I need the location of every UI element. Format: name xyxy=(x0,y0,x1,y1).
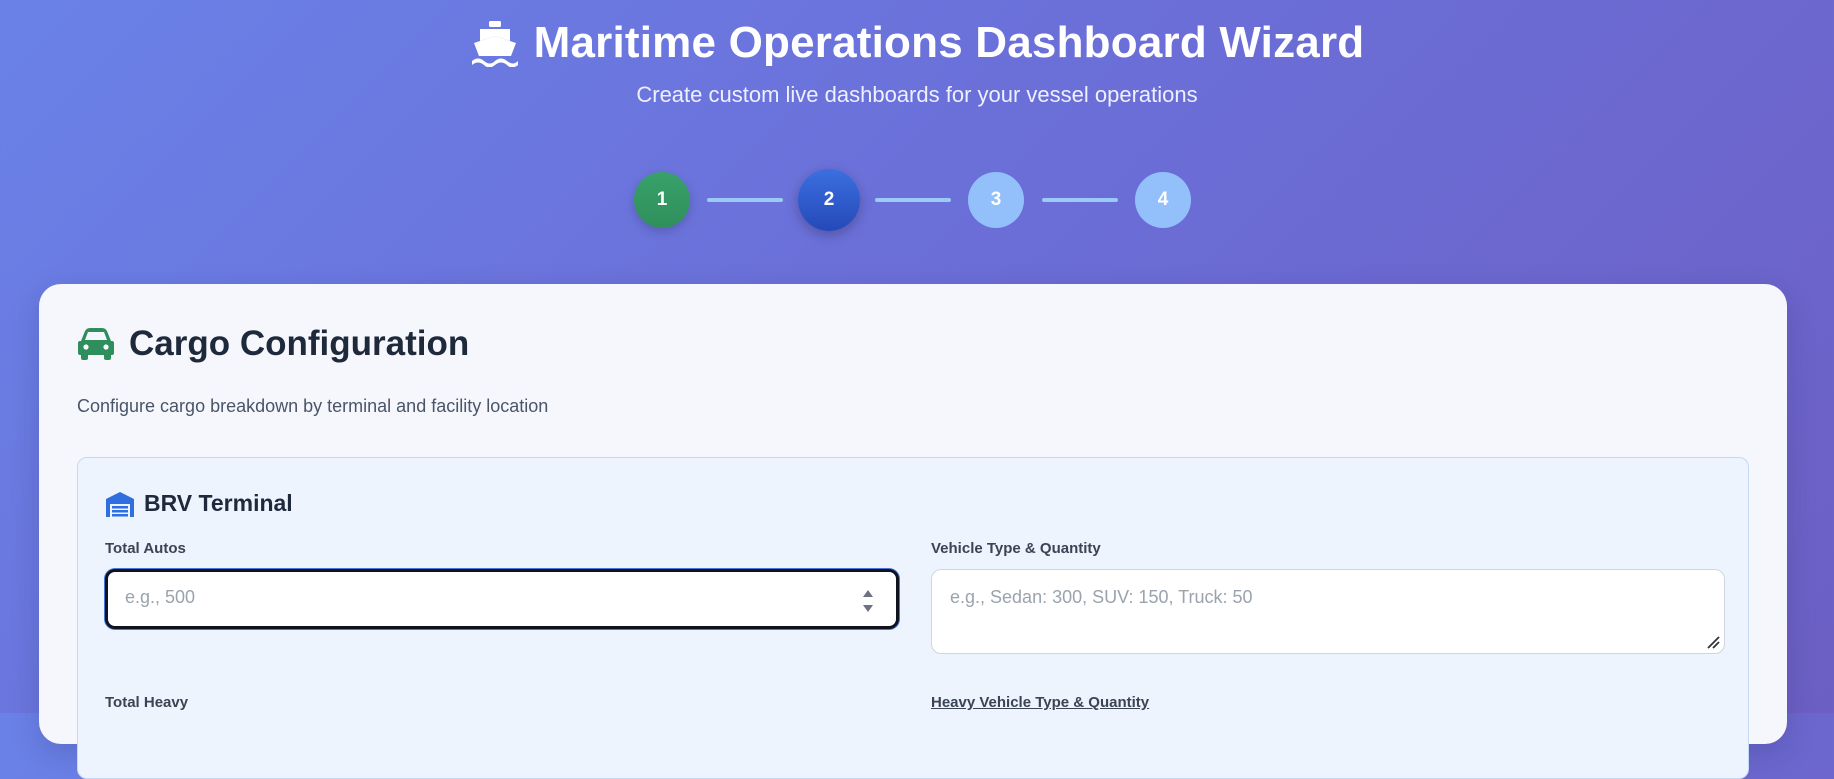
page-title: Maritime Operations Dashboard Wizard xyxy=(0,18,1834,68)
section-title-text: Cargo Configuration xyxy=(129,324,470,363)
vehicle-type-textarea[interactable]: e.g., Sedan: 300, SUV: 150, Truck: 50 xyxy=(931,569,1725,654)
step-3[interactable]: 3 xyxy=(968,172,1024,228)
vehicle-type-label: Vehicle Type & Quantity xyxy=(931,540,1101,557)
step-connector xyxy=(875,198,951,202)
section-description: Configure cargo breakdown by terminal an… xyxy=(77,396,549,416)
step-connector xyxy=(1042,198,1118,202)
total-heavy-label: Total Heavy xyxy=(105,694,189,711)
resize-handle-icon[interactable] xyxy=(1706,635,1720,649)
total-autos-label: Total Autos xyxy=(105,540,186,557)
step-connector xyxy=(707,198,783,202)
number-spinner-icon[interactable] xyxy=(862,587,874,615)
terminal-heading: BRV Terminal xyxy=(105,490,293,517)
step-2[interactable]: 2 xyxy=(798,169,860,231)
terminal-panel: BRV Terminal Total Autos e.g., 500 Vehic… xyxy=(77,457,1749,779)
section-title: Cargo Configuration xyxy=(77,324,469,364)
heavy-vehicle-type-label: Heavy Vehicle Type & Quantity xyxy=(931,694,1150,711)
wizard-card: Cargo Configuration Configure cargo brea… xyxy=(39,284,1787,779)
wizard-stepper: 1 2 3 4 xyxy=(0,169,1834,232)
terminal-name: BRV Terminal xyxy=(144,490,293,516)
step-4[interactable]: 4 xyxy=(1135,172,1191,228)
total-autos-placeholder: e.g., 500 xyxy=(125,587,196,607)
vehicle-type-placeholder: e.g., Sedan: 300, SUV: 150, Truck: 50 xyxy=(950,587,1253,607)
title-text: Maritime Operations Dashboard Wizard xyxy=(533,18,1365,67)
warehouse-icon xyxy=(106,491,134,517)
step-1[interactable]: 1 xyxy=(634,172,690,228)
total-autos-input[interactable]: e.g., 500 xyxy=(105,569,899,629)
page-header: Maritime Operations Dashboard Wizard Cre… xyxy=(0,0,1834,108)
ship-icon xyxy=(471,21,518,67)
page-subtitle: Create custom live dashboards for your v… xyxy=(636,82,1198,107)
car-icon xyxy=(78,328,114,360)
